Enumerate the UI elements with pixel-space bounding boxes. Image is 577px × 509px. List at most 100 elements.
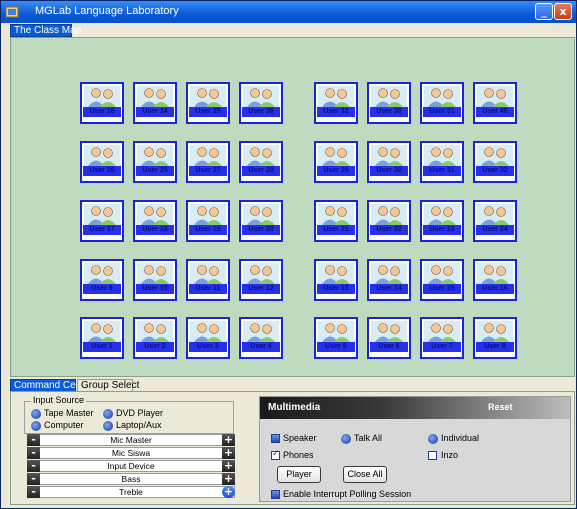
student-seat[interactable]: User 27: [186, 141, 230, 183]
users-icon: [137, 204, 173, 225]
student-seat[interactable]: User 32: [314, 82, 358, 124]
input-device-plus-button[interactable]: +: [222, 460, 235, 472]
users-icon: [424, 204, 460, 225]
polling-checkbox[interactable]: [271, 490, 280, 499]
student-seat[interactable]: User 12: [239, 259, 283, 301]
student-seat[interactable]: User 25: [133, 141, 177, 183]
seat-label: User 7: [423, 342, 461, 352]
seat-label: User 17: [83, 225, 121, 235]
seat-label: User 32: [476, 166, 514, 176]
mic-siswa-plus-button[interactable]: +: [222, 447, 235, 459]
student-seat[interactable]: User 13: [314, 259, 358, 301]
users-icon: [190, 321, 226, 342]
talk-all-radio[interactable]: [341, 434, 351, 444]
radio-dvd-player[interactable]: [103, 409, 113, 419]
student-seat[interactable]: User 1: [80, 317, 124, 359]
users-icon: [477, 263, 513, 284]
student-seat[interactable]: User 14: [367, 259, 411, 301]
users-icon: [84, 145, 120, 166]
users-icon: [371, 321, 407, 342]
player-button[interactable]: Player: [277, 466, 321, 483]
main-window: MGLab Language Laboratory _ x The Class …: [0, 0, 577, 509]
bass-minus-button[interactable]: -: [27, 473, 40, 485]
student-seat[interactable]: User 4: [239, 317, 283, 359]
radio-laptop-aux[interactable]: [103, 421, 113, 431]
users-icon: [424, 145, 460, 166]
student-seat[interactable]: User 22: [367, 200, 411, 242]
student-seat[interactable]: User 15: [420, 259, 464, 301]
student-seat[interactable]: User 6: [367, 317, 411, 359]
minimize-icon: _: [541, 5, 547, 18]
student-seat[interactable]: User 30: [367, 141, 411, 183]
student-seat[interactable]: User 3: [186, 317, 230, 359]
mic-master-minus-button[interactable]: -: [27, 434, 40, 446]
users-icon: [371, 204, 407, 225]
users-icon: [190, 204, 226, 225]
student-seat[interactable]: User 18: [133, 200, 177, 242]
student-seat[interactable]: User 10: [133, 259, 177, 301]
student-seat[interactable]: User 14: [133, 82, 177, 124]
speaker-label: Speaker: [283, 433, 317, 443]
users-icon: [318, 145, 354, 166]
mic-siswa-minus-button[interactable]: -: [27, 447, 40, 459]
student-seat[interactable]: User 28: [239, 141, 283, 183]
student-seat[interactable]: User 5: [314, 317, 358, 359]
tab-class-map[interactable]: The Class Map: [10, 24, 81, 37]
seat-label: User 24: [476, 225, 514, 235]
seat-label: User 32: [317, 107, 355, 117]
input-device-label: Input Device: [107, 461, 155, 471]
seat-label: User 31: [423, 107, 461, 117]
multimedia-title: Multimedia: [268, 402, 321, 413]
treble-minus-button[interactable]: -: [27, 486, 40, 498]
users-icon: [84, 321, 120, 342]
student-seat[interactable]: User 29: [314, 141, 358, 183]
student-seat[interactable]: User 17: [80, 200, 124, 242]
seat-label: User 25: [189, 107, 227, 117]
student-seat[interactable]: User 11: [186, 259, 230, 301]
student-seat[interactable]: User 25: [186, 82, 230, 124]
individual-radio[interactable]: [428, 434, 438, 444]
mic-master-label: Mic Master: [110, 435, 152, 445]
student-seat[interactable]: User 36: [239, 82, 283, 124]
radio-laptop-aux-label: Laptop/Aux: [116, 420, 162, 430]
student-seat[interactable]: User 19: [186, 200, 230, 242]
minimize-button[interactable]: _: [535, 3, 553, 20]
student-seat[interactable]: User 9: [80, 259, 124, 301]
users-icon: [84, 204, 120, 225]
student-seat[interactable]: User 16: [473, 259, 517, 301]
close-all-button[interactable]: Close All: [343, 466, 387, 483]
student-seat[interactable]: User 16: [80, 82, 124, 124]
student-seat[interactable]: User 20: [239, 200, 283, 242]
student-seat[interactable]: User 2: [133, 317, 177, 359]
student-seat[interactable]: User 7: [420, 317, 464, 359]
radio-tape-master-label: Tape Master: [44, 408, 94, 418]
seat-label: User 12: [242, 284, 280, 294]
student-seat[interactable]: User 31: [420, 82, 464, 124]
student-seat[interactable]: User 31: [420, 141, 464, 183]
input-device-minus-button[interactable]: -: [27, 460, 40, 472]
student-seat[interactable]: User 8: [473, 317, 517, 359]
users-icon: [243, 263, 279, 284]
phones-checkbox[interactable]: [271, 449, 280, 460]
student-seat[interactable]: User 40: [473, 82, 517, 124]
speaker-checkbox[interactable]: [271, 434, 280, 443]
users-icon: [477, 204, 513, 225]
student-seat[interactable]: User 26: [80, 141, 124, 183]
bass-plus-button[interactable]: +: [222, 473, 235, 485]
student-seat[interactable]: User 23: [420, 200, 464, 242]
radio-computer[interactable]: [31, 421, 41, 431]
student-seat[interactable]: User 24: [473, 200, 517, 242]
seat-label: User 21: [317, 225, 355, 235]
seat-label: User 5: [317, 342, 355, 352]
reset-button[interactable]: Reset: [488, 402, 513, 412]
student-seat[interactable]: User 21: [314, 200, 358, 242]
treble-plus-button[interactable]: +: [222, 486, 235, 498]
mic-master-plus-button[interactable]: +: [222, 434, 235, 446]
student-seat[interactable]: User 32: [473, 141, 517, 183]
close-button[interactable]: x: [554, 3, 572, 20]
title-bar[interactable]: MGLab Language Laboratory _ x: [1, 1, 576, 23]
inzo-checkbox[interactable]: [428, 451, 437, 460]
student-seat[interactable]: User 30: [367, 82, 411, 124]
users-icon: [477, 321, 513, 342]
radio-tape-master[interactable]: [31, 409, 41, 419]
